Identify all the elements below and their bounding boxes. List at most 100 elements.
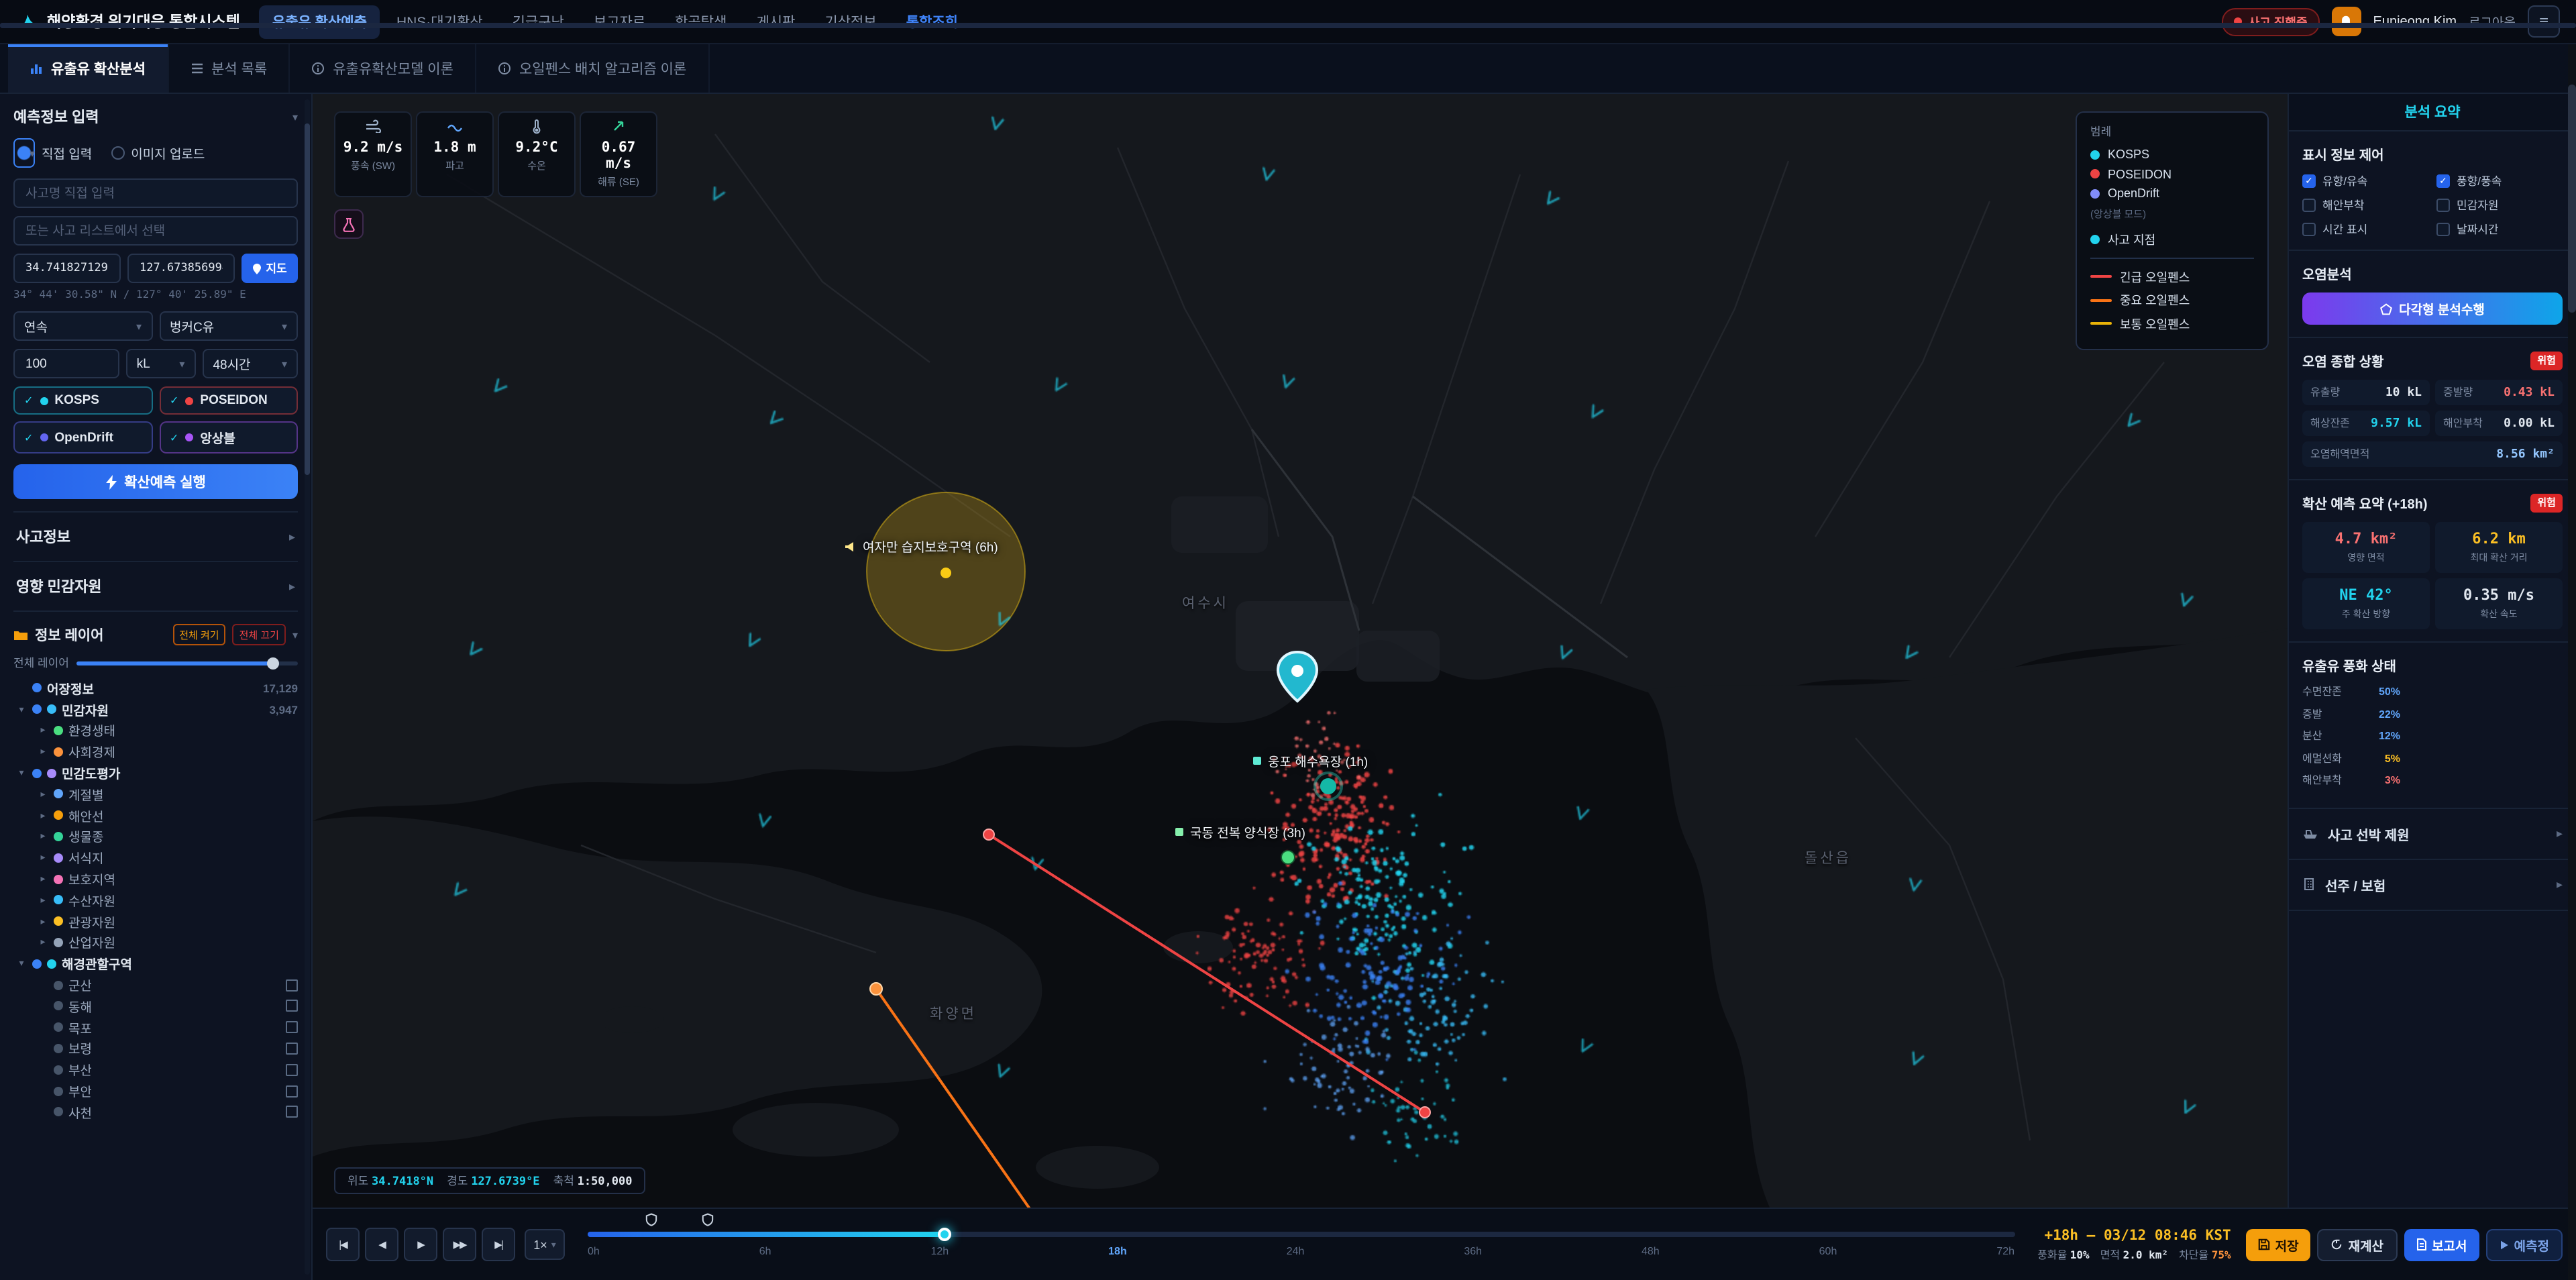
timeline-tick-label[interactable]: 12h (931, 1245, 949, 1257)
display-option-checkbox[interactable]: 풍향/풍속 (2436, 173, 2563, 189)
layer-row[interactable]: ▸ 해안선 (13, 805, 298, 826)
display-option-checkbox[interactable]: 시간 표시 (2302, 221, 2428, 237)
layer-row[interactable]: ▸ 사회경제 (13, 741, 298, 763)
nav-item[interactable]: 게시판 (743, 5, 808, 38)
run-prediction-button[interactable]: 확산예측 실행 (13, 464, 298, 499)
prediction-input-header[interactable]: 예측정보 입력 ▾ (13, 106, 298, 127)
layer-toggle-dot[interactable] (54, 980, 63, 990)
layer-row[interactable]: ▸ 산업자원 (13, 932, 298, 953)
layers-all-off-button[interactable]: 전체 끄기 (232, 624, 286, 645)
tab-analysis-list[interactable]: 분석 목록 (168, 44, 290, 93)
timeline-tick-label[interactable]: 0h (588, 1245, 600, 1257)
measure-tool-button[interactable] (334, 209, 364, 239)
fence-event-marker-icon[interactable] (645, 1213, 657, 1226)
playback-button[interactable]: |◀ (326, 1228, 360, 1261)
region-extent-icon[interactable] (286, 1085, 298, 1098)
layer-row[interactable]: 군산 (13, 974, 298, 996)
display-option-checkbox[interactable]: 민감자원 (2436, 197, 2563, 213)
layer-row[interactable]: ▸ 생물종 (13, 826, 298, 847)
layers-header[interactable]: 정보 레이어 전체 켜기 전체 끄기 ▾ (13, 610, 298, 655)
layer-row[interactable]: 동해 (13, 996, 298, 1017)
region-extent-icon[interactable] (286, 1042, 298, 1055)
nav-item[interactable]: 유출유 확산예측 (258, 5, 380, 38)
display-option-checkbox[interactable]: 날짜시간 (2436, 221, 2563, 237)
timeline-tick-label[interactable]: 72h (1996, 1245, 2015, 1257)
sidebar-scrollbar[interactable] (305, 99, 310, 1275)
tree-chevron-icon[interactable]: ▸ (38, 873, 48, 884)
layer-row[interactable]: ▾ 민감자원 3,947 (13, 699, 298, 721)
layer-row[interactable]: ▾ 민감도평가 (13, 762, 298, 784)
slider-knob[interactable] (266, 657, 279, 669)
layer-row[interactable]: 목포 (13, 1017, 298, 1038)
oil-type-select[interactable]: 벙커C유 (159, 311, 298, 341)
tree-chevron-icon[interactable]: ▾ (16, 767, 27, 778)
region-extent-icon[interactable] (286, 1106, 298, 1118)
model-toggle-chip[interactable]: POSEIDON (159, 386, 298, 415)
layer-toggle-dot[interactable] (54, 1086, 63, 1096)
layer-row[interactable]: 사천 (13, 1102, 298, 1123)
accident-name-input[interactable] (13, 178, 298, 208)
amount-input[interactable] (13, 349, 119, 378)
layer-row[interactable]: 보령 (13, 1038, 298, 1059)
layer-row[interactable]: ▸ 수산자원 (13, 890, 298, 911)
nav-item[interactable]: 항공탐색 (661, 5, 740, 38)
tab-model-theory[interactable]: 유출유확산모델 이론 (290, 44, 476, 93)
wetland-annotation[interactable]: 여자만 습지보호구역 (6h) (844, 537, 998, 555)
layer-toggle-dot[interactable] (32, 704, 42, 714)
timeline-tick-label[interactable]: 60h (1819, 1245, 1837, 1257)
pick-on-map-button[interactable]: 지도 (241, 254, 298, 283)
layer-toggle-dot[interactable] (54, 1065, 63, 1075)
save-button[interactable]: 저장 (2245, 1228, 2311, 1261)
playback-button[interactable]: ▶| (482, 1228, 515, 1261)
layer-toggle-dot[interactable] (54, 1022, 63, 1032)
tree-chevron-icon[interactable]: ▸ (38, 747, 48, 757)
tab-boom-theory[interactable]: 오일펜스 배치 알고리즘 이론 (476, 44, 710, 93)
checkbox[interactable] (2302, 199, 2316, 212)
playback-button[interactable]: ◀ (365, 1228, 398, 1261)
nav-item[interactable]: 통합조회 (893, 5, 971, 38)
duration-select[interactable]: 48시간 (202, 349, 298, 378)
layer-toggle-dot[interactable] (54, 1043, 63, 1053)
tree-chevron-icon[interactable]: ▾ (16, 704, 27, 714)
speed-select[interactable]: 1× (525, 1229, 565, 1260)
scrollbar-thumb[interactable] (2568, 85, 2576, 313)
display-option-checkbox[interactable]: 유향/유속 (2302, 173, 2428, 189)
model-toggle-chip[interactable]: OpenDrift (13, 421, 152, 454)
checkbox[interactable] (2302, 223, 2316, 236)
layer-row[interactable]: ▸ 계절별 (13, 784, 298, 805)
timeline-tick-label[interactable]: 48h (1642, 1245, 1660, 1257)
playback-button[interactable]: ▶▶ (443, 1228, 476, 1261)
layer-row[interactable]: 부산 (13, 1059, 298, 1081)
display-option-checkbox[interactable]: 해안부착 (2302, 197, 2428, 213)
nav-item[interactable]: HNS·대기확산 (383, 5, 496, 38)
tree-chevron-icon[interactable]: ▸ (38, 916, 48, 926)
layer-toggle-dot[interactable] (54, 1001, 63, 1011)
map-canvas[interactable]: 9.2 m/s 풍속 (SW) 1.8 m 파고 9.2°C 수온 0.67 m… (313, 94, 2288, 1208)
accident-list-input[interactable] (13, 216, 298, 246)
timeline-tick-label[interactable]: 24h (1287, 1245, 1305, 1257)
region-extent-icon[interactable] (286, 1063, 298, 1076)
scrollbar-thumb[interactable] (305, 123, 310, 476)
tree-chevron-icon[interactable]: ▸ (38, 853, 48, 863)
timeline-track[interactable] (588, 1228, 2015, 1241)
tree-chevron-icon[interactable]: ▸ (38, 895, 48, 906)
nav-item[interactable]: 긴급구난 (499, 5, 578, 38)
unit-select[interactable]: kL (125, 349, 196, 378)
recalculate-button[interactable]: 재계산 (2317, 1228, 2398, 1261)
tree-chevron-icon[interactable]: ▸ (38, 810, 48, 820)
tree-chevron-icon[interactable]: ▸ (38, 937, 48, 948)
layer-toggle-dot[interactable] (32, 768, 42, 778)
nav-item[interactable]: 보고자료 (580, 5, 659, 38)
layers-all-on-button[interactable]: 전체 켜기 (172, 624, 226, 645)
incident-status-badge[interactable]: 사고 진행중 (2221, 7, 2320, 36)
playback-button[interactable]: ▶ (404, 1228, 437, 1261)
impact-resources-section[interactable]: 영향 민감자원 (13, 561, 298, 610)
layer-toggle-dot[interactable] (32, 959, 42, 969)
radio-direct-input[interactable]: 직접 입력 (13, 138, 92, 168)
layer-row[interactable]: ▸ 보호지역 (13, 868, 298, 890)
polygon-analysis-button[interactable]: 다각형 분석수행 (2302, 292, 2563, 325)
owner-insurance-section[interactable]: 선주 / 보험 (2289, 859, 2576, 910)
layer-row[interactable]: ▾ 해경관할구역 (13, 953, 298, 975)
page-scrollbar[interactable] (2568, 44, 2576, 1280)
layer-opacity-slider[interactable] (76, 657, 298, 669)
